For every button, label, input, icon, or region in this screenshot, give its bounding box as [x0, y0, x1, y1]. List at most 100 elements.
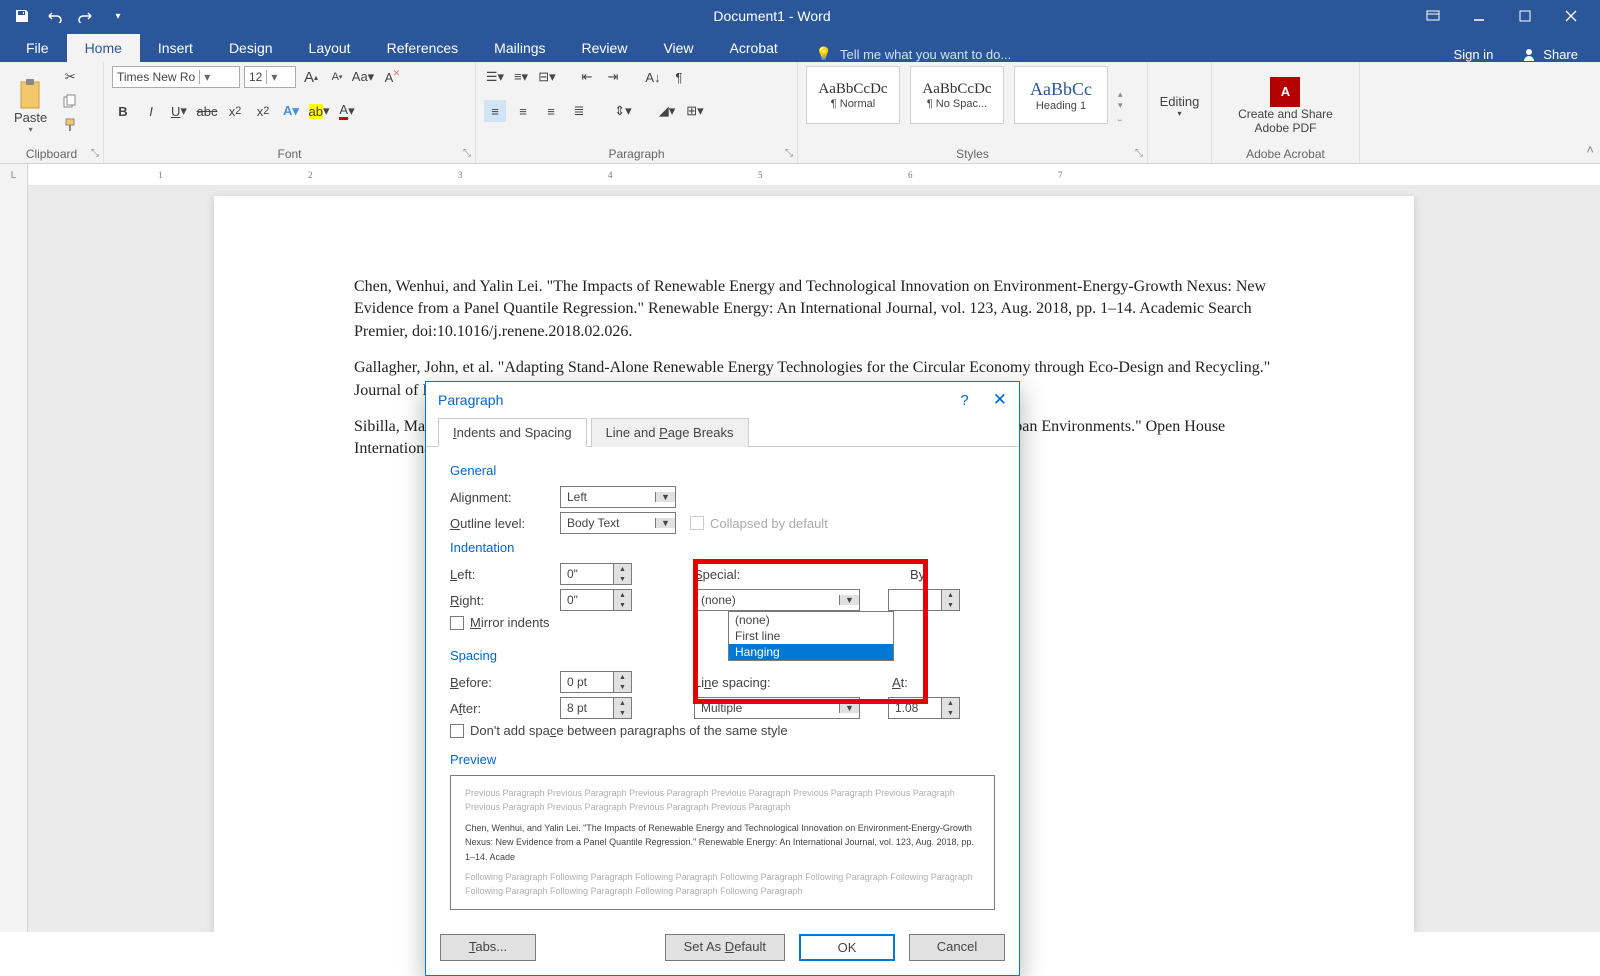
format-painter-icon[interactable] [59, 114, 81, 136]
tab-layout[interactable]: Layout [291, 34, 369, 62]
styles-group-label: Styles [806, 145, 1139, 161]
style-scroll-down-icon[interactable]: ▾ [1118, 100, 1123, 111]
tabs-button[interactable]: Tabs... [440, 934, 536, 961]
bold-icon[interactable]: B [112, 100, 134, 122]
numbering-icon[interactable]: ≡▾ [510, 66, 532, 88]
ribbon: Paste ▾ ✂ Clipboard ⤡ Times New Ro▾ 12▾ … [0, 62, 1600, 164]
dialog-help-icon[interactable]: ? [960, 392, 968, 409]
svg-text:7: 7 [1058, 170, 1063, 180]
increase-indent-icon[interactable]: ⇥ [602, 66, 624, 88]
text-effects-icon[interactable]: A▾ [280, 100, 302, 122]
share-button[interactable]: Share [1507, 46, 1592, 62]
tab-review[interactable]: Review [564, 34, 646, 62]
style-normal[interactable]: AaBbCcDc¶ Normal [806, 66, 900, 124]
clear-formatting-icon[interactable]: A✕ [378, 66, 400, 88]
maximize-icon[interactable] [1504, 0, 1546, 32]
indent-left-spin[interactable]: 0"▲▼ [560, 563, 632, 585]
tab-line-page-breaks[interactable]: Line and Page Breaks [591, 418, 749, 447]
collapse-ribbon-icon[interactable]: ˄ [1586, 142, 1594, 157]
paragraph-launcher-icon[interactable]: ⤡ [785, 148, 793, 159]
signin-link[interactable]: Sign in [1440, 47, 1508, 62]
share-label: Share [1543, 47, 1578, 62]
highlight-icon[interactable]: ab▾ [308, 100, 330, 122]
paste-button[interactable]: Paste ▾ [8, 66, 53, 145]
svg-text:1: 1 [158, 170, 163, 180]
undo-icon[interactable] [40, 4, 68, 28]
close-icon[interactable] [1550, 0, 1592, 32]
tab-view[interactable]: View [645, 34, 711, 62]
general-section: General [450, 463, 995, 478]
shading-icon[interactable]: ◢▾ [656, 100, 678, 122]
multilevel-list-icon[interactable]: ⊟▾ [536, 66, 558, 88]
ok-button[interactable]: OK [799, 934, 895, 961]
borders-icon[interactable]: ⊞▾ [684, 100, 706, 122]
dialog-title: Paragraph [438, 392, 503, 408]
minimize-icon[interactable] [1458, 0, 1500, 32]
editing-button[interactable]: Editing▾ [1154, 90, 1206, 122]
change-case-icon[interactable]: Aa▾ [352, 66, 374, 88]
copy-icon[interactable] [59, 90, 81, 112]
tab-design[interactable]: Design [211, 34, 291, 62]
tab-indents-spacing[interactable]: Indents and Spacing [438, 418, 587, 447]
save-icon[interactable] [8, 4, 36, 28]
tab-insert[interactable]: Insert [140, 34, 211, 62]
dialog-close-icon[interactable]: ✕ [993, 390, 1007, 410]
underline-icon[interactable]: U▾ [168, 100, 190, 122]
tab-references[interactable]: References [369, 34, 477, 62]
justify-icon[interactable]: ≣ [568, 100, 590, 122]
subscript-icon[interactable]: x2 [224, 100, 246, 122]
tell-me-box[interactable]: 💡 Tell me what you want to do... [796, 46, 1440, 62]
vertical-ruler[interactable] [0, 186, 28, 932]
font-launcher-icon[interactable]: ⤡ [463, 148, 471, 159]
cut-icon[interactable]: ✂ [59, 66, 81, 88]
document-title: Document1 - Word [132, 8, 1412, 24]
font-name-combo[interactable]: Times New Ro▾ [112, 66, 240, 88]
after-spin[interactable]: 8 pt▲▼ [560, 697, 632, 719]
sort-icon[interactable]: A↓ [642, 66, 664, 88]
indentation-section: Indentation [450, 540, 995, 555]
font-size-combo[interactable]: 12▾ [244, 66, 296, 88]
lightbulb-icon: 💡 [816, 46, 832, 62]
outline-label: Outline level: [450, 516, 546, 531]
alignment-combo[interactable]: Left▼ [560, 486, 676, 508]
bullets-icon[interactable]: ☰▾ [484, 66, 506, 88]
set-default-button[interactable]: Set As Default [665, 934, 785, 961]
collapsed-checkbox: Collapsed by default [690, 516, 828, 531]
style-heading1[interactable]: AaBbCcHeading 1 [1014, 66, 1108, 124]
align-center-icon[interactable]: ≡ [512, 100, 534, 122]
before-spin[interactable]: 0 pt▲▼ [560, 671, 632, 693]
strikethrough-icon[interactable]: abc [196, 100, 218, 122]
style-scroll-up-icon[interactable]: ▴ [1118, 89, 1123, 100]
mirror-indents-checkbox[interactable]: Mirror indents [450, 615, 549, 630]
style-no-spacing[interactable]: AaBbCcDc¶ No Spac... [910, 66, 1004, 124]
create-share-pdf-button[interactable]: A Create and Share Adobe PDF [1232, 66, 1339, 145]
title-bar: ▾ Document1 - Word [0, 0, 1600, 32]
align-left-icon[interactable]: ≡ [484, 100, 506, 122]
italic-icon[interactable]: I [140, 100, 162, 122]
indent-right-spin[interactable]: 0"▲▼ [560, 589, 632, 611]
tab-home[interactable]: Home [67, 34, 140, 62]
horizontal-ruler[interactable]: 123 456 7 [28, 164, 1600, 186]
shrink-font-icon[interactable]: A▾ [326, 66, 348, 88]
align-right-icon[interactable]: ≡ [540, 100, 562, 122]
tab-mailings[interactable]: Mailings [476, 34, 563, 62]
styles-launcher-icon[interactable]: ⤡ [1135, 148, 1143, 159]
cancel-button[interactable]: Cancel [909, 934, 1005, 961]
outline-combo[interactable]: Body Text▼ [560, 512, 676, 534]
no-space-same-style-checkbox[interactable]: Don't add space between paragraphs of th… [450, 723, 788, 738]
font-color-icon[interactable]: A▾ [336, 100, 358, 122]
doc-paragraph-1[interactable]: Chen, Wenhui, and Yalin Lei. "The Impact… [354, 276, 1274, 343]
decrease-indent-icon[interactable]: ⇤ [576, 66, 598, 88]
paragraph-dialog: Paragraph ? ✕ Indents and Spacing Line a… [425, 381, 1020, 976]
ribbon-display-icon[interactable] [1412, 0, 1454, 32]
tab-acrobat[interactable]: Acrobat [712, 34, 796, 62]
clipboard-launcher-icon[interactable]: ⤡ [91, 148, 99, 159]
qat-customize-icon[interactable]: ▾ [104, 4, 132, 28]
line-spacing-icon[interactable]: ⇕▾ [612, 100, 634, 122]
superscript-icon[interactable]: x2 [252, 100, 274, 122]
style-more-icon[interactable]: ⎵ [1118, 111, 1123, 122]
show-marks-icon[interactable]: ¶ [668, 66, 690, 88]
grow-font-icon[interactable]: A▴ [300, 66, 322, 88]
redo-icon[interactable] [72, 4, 100, 28]
tab-file[interactable]: File [8, 34, 67, 62]
